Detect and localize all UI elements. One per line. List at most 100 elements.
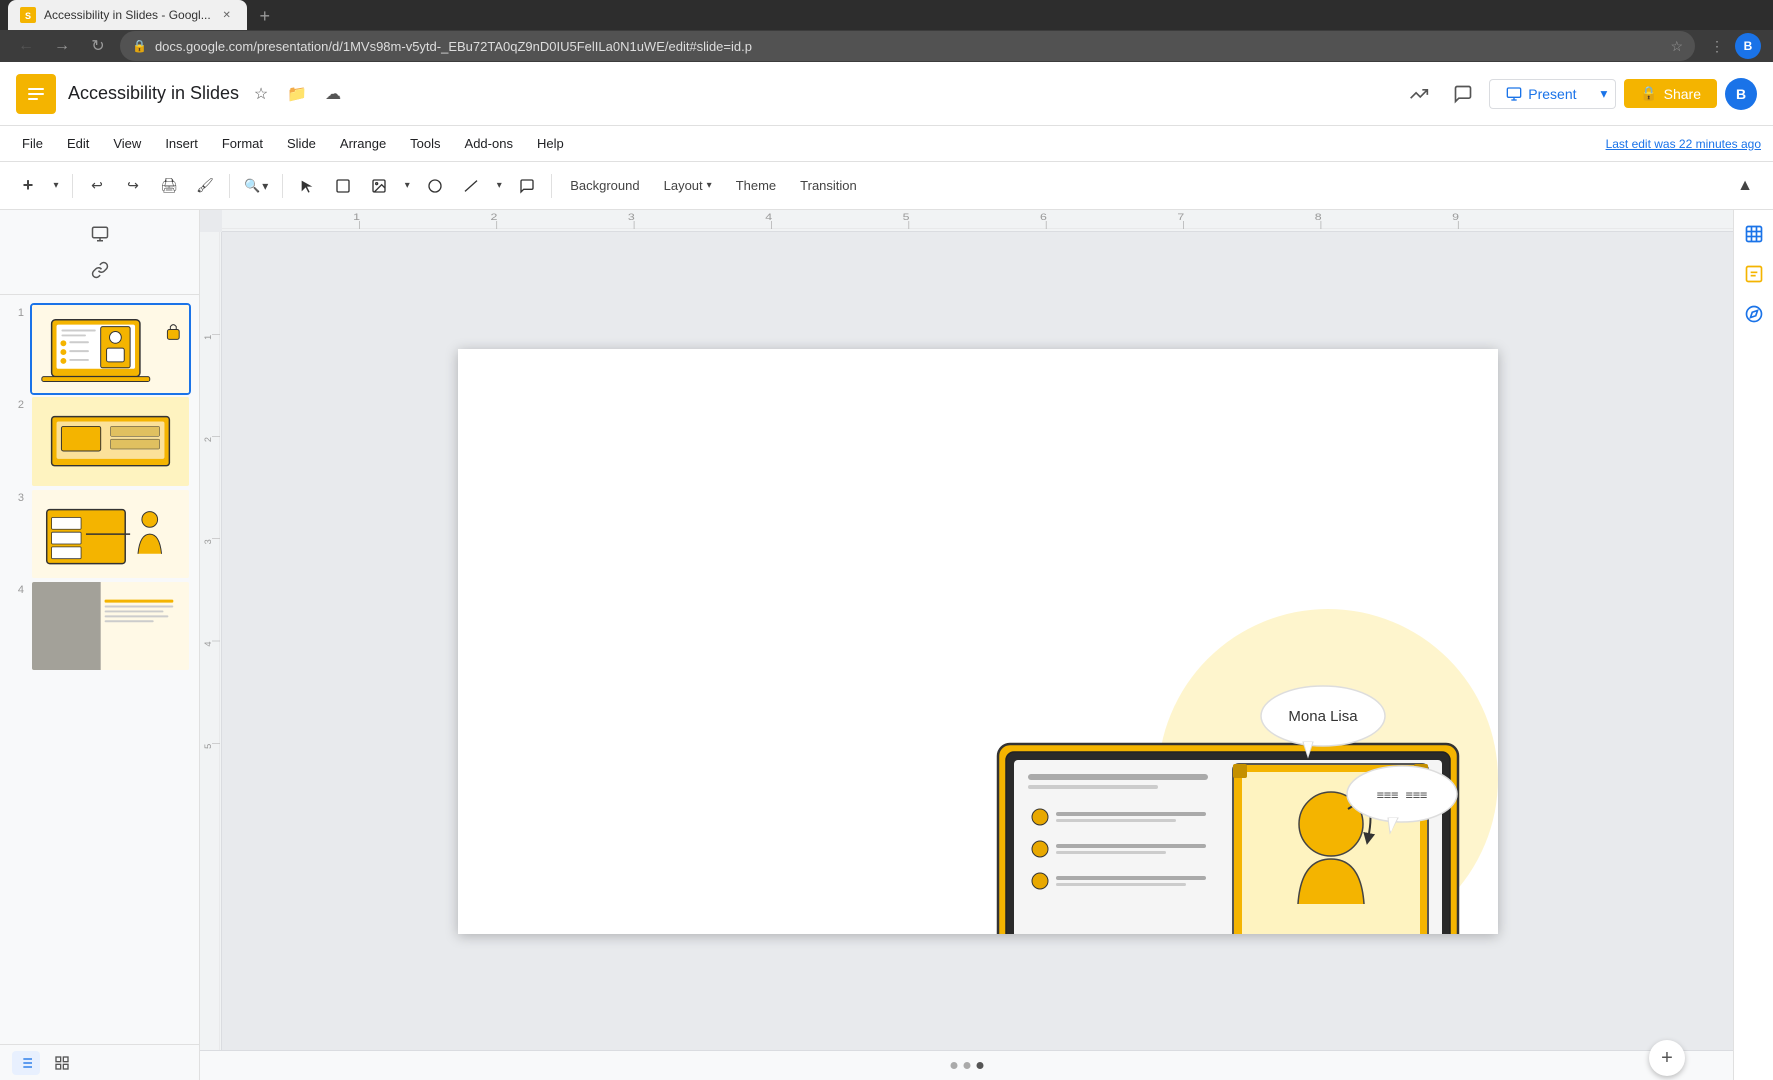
chrome-profile-avatar[interactable]: B xyxy=(1735,33,1761,59)
redo-btn[interactable]: ↪ xyxy=(117,170,149,202)
menu-format[interactable]: Format xyxy=(212,130,273,158)
doc-title: Accessibility in Slides xyxy=(68,83,239,104)
title-section: Accessibility in Slides ☆ 📁 ☁ xyxy=(68,80,1389,108)
svg-text:7: 7 xyxy=(1177,213,1184,223)
present-btn-group: Present ▾ xyxy=(1489,79,1616,109)
menu-file[interactable]: File xyxy=(12,130,53,158)
back-btn[interactable]: ← xyxy=(12,32,40,60)
address-bar[interactable]: 🔒 docs.google.com/presentation/d/1MVs98m… xyxy=(120,31,1695,61)
slide-thumb-3[interactable] xyxy=(30,488,191,580)
canvas-workspace: 1 2 3 4 5 xyxy=(200,232,1733,1050)
canvas-bottom-bar: + xyxy=(200,1050,1733,1080)
dot-2 xyxy=(963,1062,970,1069)
svg-text:4: 4 xyxy=(765,213,772,223)
title-bar: Accessibility in Slides ☆ 📁 ☁ Present ▾ xyxy=(0,62,1773,126)
shape-btn[interactable] xyxy=(419,170,451,202)
forward-btn[interactable]: → xyxy=(48,32,76,60)
paint-format-btn[interactable]: 🖌 xyxy=(189,170,221,202)
undo-btn[interactable]: ↩ xyxy=(81,170,113,202)
slide-thumb-container-4: 4 xyxy=(8,580,191,672)
panel-slides-icon[interactable] xyxy=(84,218,116,250)
background-btn[interactable]: Background xyxy=(560,170,649,202)
slides-logo xyxy=(16,74,56,114)
tab-close-btn[interactable]: ✕ xyxy=(219,7,235,23)
explore-btn[interactable] xyxy=(1401,76,1437,112)
slide-thumb-inner-4 xyxy=(32,582,189,670)
sidebar-notes-icon[interactable] xyxy=(1738,258,1770,290)
present-btn[interactable]: Present xyxy=(1489,79,1592,109)
svg-text:5: 5 xyxy=(903,213,910,223)
extensions-btn[interactable]: ⋮ xyxy=(1703,32,1731,60)
active-tab[interactable]: S Accessibility in Slides - Googl... ✕ xyxy=(8,0,247,30)
tab-favicon: S xyxy=(20,7,36,23)
tab-title: Accessibility in Slides - Googl... xyxy=(44,8,211,22)
panel-view-toggle xyxy=(0,1044,199,1080)
add-slide-btn[interactable]: + xyxy=(1649,1040,1685,1076)
select-btn[interactable] xyxy=(291,170,323,202)
panel-link-icon[interactable] xyxy=(84,254,116,286)
sidebar-compass-icon[interactable] xyxy=(1738,298,1770,330)
svg-text:2: 2 xyxy=(491,213,498,223)
comment-btn[interactable] xyxy=(1445,76,1481,112)
collapse-toolbar-btn[interactable]: ▲ xyxy=(1729,170,1761,202)
theme-btn[interactable]: Theme xyxy=(726,170,786,202)
add-dropdown-btn[interactable]: ▾ xyxy=(48,170,64,202)
menu-arrange[interactable]: Arrange xyxy=(330,130,396,158)
sep1 xyxy=(72,174,73,198)
bookmark-icon[interactable]: ☆ xyxy=(1670,38,1683,55)
menu-help[interactable]: Help xyxy=(527,130,574,158)
slide-thumb-1[interactable] xyxy=(30,303,191,395)
grid-view-btn[interactable] xyxy=(48,1051,76,1075)
slide-thumb-container-3: 3 xyxy=(8,488,191,580)
last-edit-text[interactable]: Last edit was 22 minutes ago xyxy=(1606,137,1761,151)
menu-slide[interactable]: Slide xyxy=(277,130,326,158)
folder-btn[interactable]: 📁 xyxy=(283,80,311,108)
slide-thumb-container-2: 2 xyxy=(8,395,191,487)
text-btn[interactable] xyxy=(327,170,359,202)
add-btn[interactable]: + xyxy=(12,170,44,202)
dot-3 xyxy=(976,1062,983,1069)
tab-bar: S Accessibility in Slides - Googl... ✕ +… xyxy=(0,0,1773,62)
slide-thumb-inner-2 xyxy=(32,397,189,485)
slide-thumb-2[interactable] xyxy=(30,395,191,487)
line-dropdown-btn[interactable]: ▾ xyxy=(491,170,507,202)
layout-btn[interactable]: Layout ▾ xyxy=(654,170,722,202)
panel-icons xyxy=(0,210,199,295)
share-btn[interactable]: 🔒 Share xyxy=(1624,79,1717,108)
user-avatar[interactable]: B xyxy=(1725,78,1757,110)
menu-edit[interactable]: Edit xyxy=(57,130,99,158)
list-view-btn[interactable] xyxy=(12,1051,40,1075)
dot-1 xyxy=(950,1062,957,1069)
new-tab-btn[interactable]: + xyxy=(251,2,279,30)
thumbnails-list: 1 xyxy=(0,295,199,1044)
transition-btn[interactable]: Transition xyxy=(790,170,867,202)
image-dropdown-btn[interactable]: ▾ xyxy=(399,170,415,202)
menu-view[interactable]: View xyxy=(103,130,151,158)
svg-text:1: 1 xyxy=(203,335,213,340)
slide-workspace[interactable]: Mona Lisa ≡≡≡ ≡≡≡ xyxy=(222,232,1733,1050)
svg-text:9: 9 xyxy=(1452,213,1459,223)
url-text: docs.google.com/presentation/d/1MVs98m-v… xyxy=(155,39,1662,54)
svg-text:S: S xyxy=(25,11,31,21)
svg-text:5: 5 xyxy=(203,744,213,749)
line-btn[interactable] xyxy=(455,170,487,202)
menu-addons[interactable]: Add-ons xyxy=(455,130,523,158)
svg-text:Mona Lisa: Mona Lisa xyxy=(1288,708,1358,725)
reload-btn[interactable]: ↻ xyxy=(84,32,112,60)
present-dropdown-btn[interactable]: ▾ xyxy=(1593,79,1617,109)
image-btn[interactable] xyxy=(363,170,395,202)
comment-icon-btn[interactable] xyxy=(511,170,543,202)
top-ruler: 1 2 3 4 5 6 7 8 9 xyxy=(222,210,1733,232)
slide-thumb-inner-3 xyxy=(32,490,189,578)
zoom-btn[interactable]: 🔍 ▾ xyxy=(238,170,274,202)
svg-text:2: 2 xyxy=(203,437,213,442)
star-btn[interactable]: ☆ xyxy=(247,80,275,108)
menu-insert[interactable]: Insert xyxy=(155,130,208,158)
sep4 xyxy=(551,174,552,198)
sidebar-sheets-icon[interactable] xyxy=(1738,218,1770,250)
cloud-btn[interactable]: ☁ xyxy=(319,80,347,108)
slide-number-2: 2 xyxy=(8,395,24,411)
slide-thumb-4[interactable] xyxy=(30,580,191,672)
menu-tools[interactable]: Tools xyxy=(400,130,450,158)
print-btn[interactable]: 🖨 xyxy=(153,170,185,202)
